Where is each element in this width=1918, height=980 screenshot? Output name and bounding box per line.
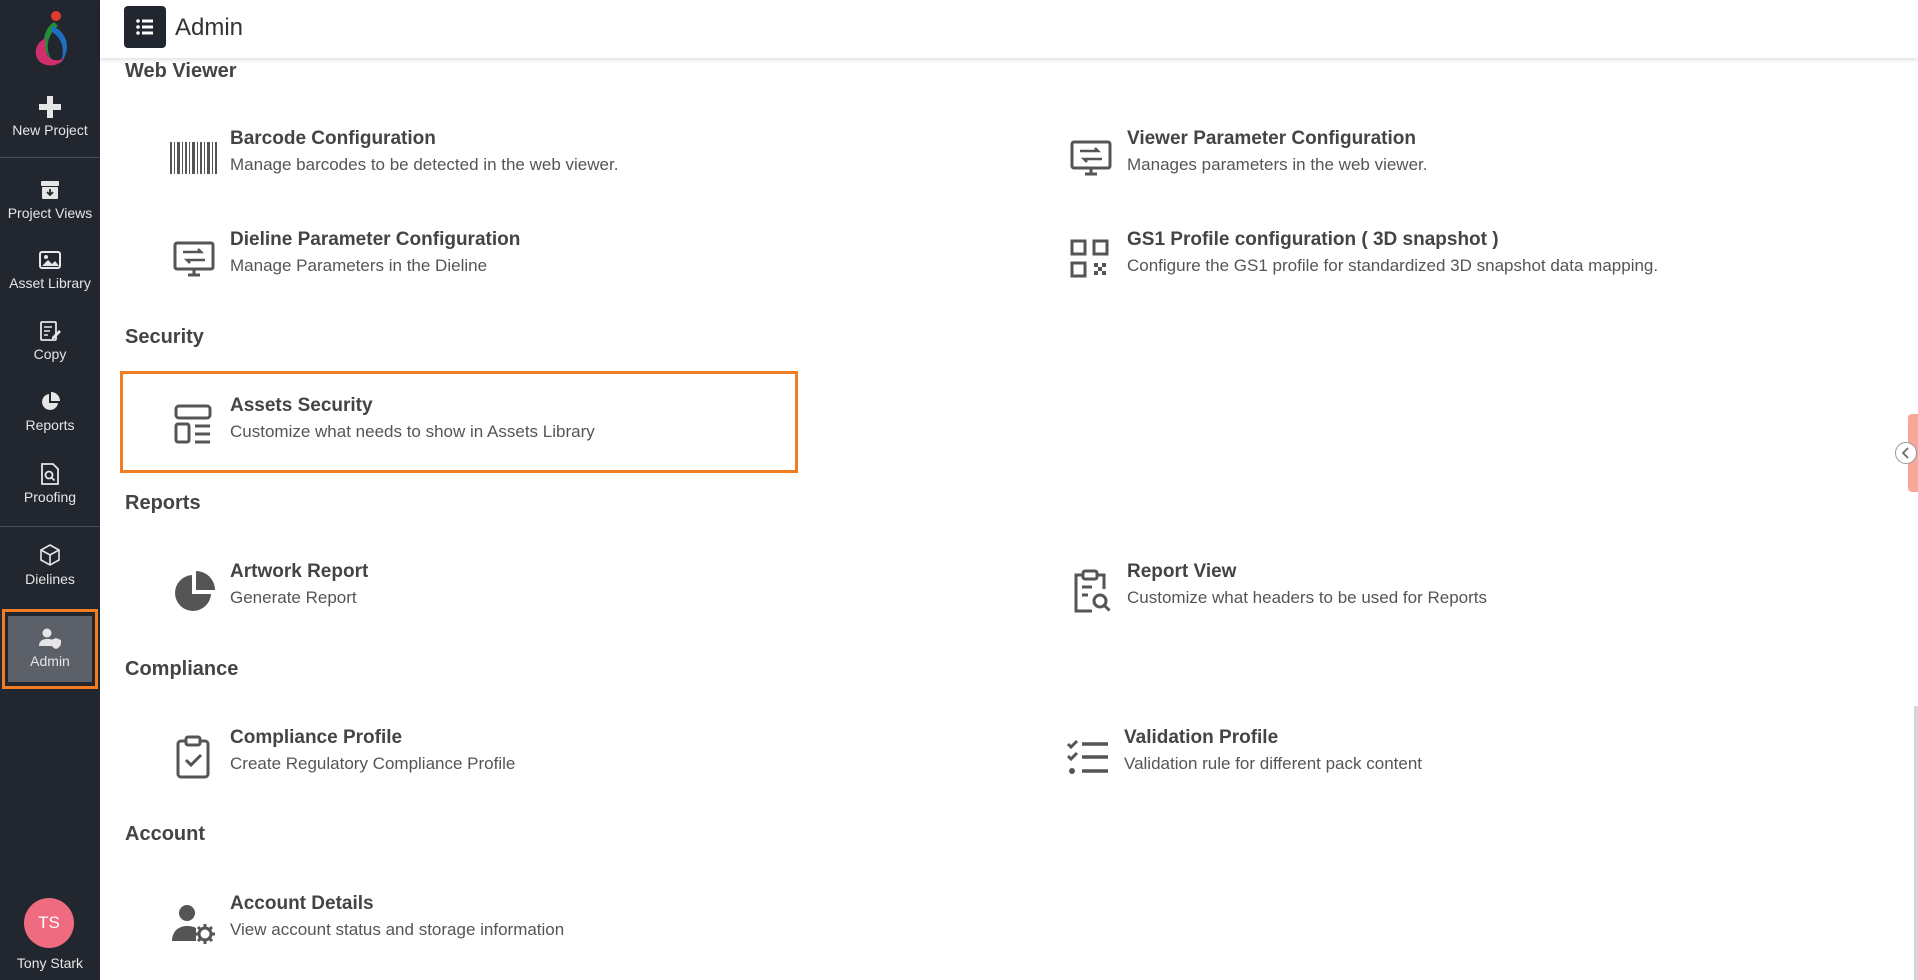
user-gear-icon (172, 905, 215, 944)
pie-chart-icon (175, 571, 215, 611)
clipboard-search-icon (1074, 569, 1111, 613)
card-title: Validation Profile (1124, 727, 1279, 748)
sidebar-item-label: New Project (12, 122, 88, 138)
qr-code-icon (1070, 239, 1109, 278)
sidebar-item-label: Reports (25, 417, 75, 433)
card-title: Compliance Profile (230, 727, 403, 748)
sidebar: New Project Project Views Asset Library … (0, 0, 100, 980)
card-description: Manage barcodes to be detected in the we… (230, 155, 619, 174)
section-title-security: Security (125, 326, 204, 348)
card-title: GS1 Profile configuration ( 3D snapshot … (1127, 229, 1499, 250)
section-title-web-viewer: Web Viewer (125, 60, 237, 82)
sidebar-divider (0, 157, 100, 158)
search-document-icon (41, 463, 59, 485)
card-description: Customize what needs to show in Assets L… (230, 422, 595, 441)
checklist-icon (1066, 739, 1108, 774)
section-title-reports: Reports (125, 492, 201, 514)
collapse-panel-button[interactable] (1895, 442, 1917, 464)
sidebar-item-project-views[interactable]: Project Views (0, 179, 100, 221)
sidebar-item-label: Project Views (7, 205, 93, 221)
section-title-account: Account (125, 823, 205, 845)
user-name[interactable]: Tony Stark (0, 955, 100, 971)
card-description: Manage Parameters in the Dieline (230, 256, 488, 275)
app-logo[interactable] (24, 8, 76, 72)
card-title: Viewer Parameter Configuration (1127, 128, 1416, 149)
barcode-icon (170, 142, 217, 174)
cube-icon (40, 544, 60, 566)
page-title: Admin (175, 14, 244, 41)
layout-list-icon (174, 404, 212, 444)
sidebar-item-asset-library[interactable]: Asset Library (0, 249, 100, 291)
card-title: Barcode Configuration (230, 128, 436, 149)
list-icon (136, 19, 153, 35)
clipboard-check-icon (176, 735, 210, 779)
image-icon (39, 251, 61, 269)
card-description: Manages parameters in the web viewer. (1127, 155, 1428, 174)
pie-chart-icon (42, 392, 60, 410)
scrollbar[interactable] (1914, 706, 1918, 980)
section-title-compliance: Compliance (125, 658, 239, 680)
sidebar-item-label: Dielines (25, 571, 75, 587)
sidebar-item-label: Asset Library (9, 275, 91, 291)
card-description: Validation rule for different pack conte… (1124, 754, 1422, 773)
card-title: Report View (1127, 561, 1237, 582)
card-title: Dieline Parameter Configuration (230, 229, 521, 250)
sidebar-item-proofing[interactable]: Proofing (0, 463, 100, 505)
sidebar-item-new-project[interactable]: New Project (0, 96, 100, 138)
card-description: Configure the GS1 profile for standardiz… (1127, 256, 1659, 275)
avatar[interactable]: TS (24, 898, 74, 948)
card-description: Create Regulatory Compliance Profile (230, 754, 516, 773)
sidebar-item-dielines[interactable]: Dielines (0, 543, 100, 587)
monitor-settings-icon (173, 241, 215, 277)
edit-document-icon (40, 321, 61, 341)
card-description: View account status and storage informat… (230, 920, 565, 939)
card-description: Generate Report (230, 588, 357, 607)
card-title: Artwork Report (230, 561, 369, 582)
sidebar-divider (0, 526, 100, 527)
top-header: Admin (100, 0, 1918, 58)
card-title: Account Details (230, 893, 374, 914)
sidebar-item-reports[interactable]: Reports (0, 391, 100, 433)
archive-icon (41, 181, 59, 199)
card-description: Customize what headers to be used for Re… (1127, 588, 1488, 607)
card-title: Assets Security (230, 395, 373, 416)
plus-icon (39, 96, 61, 118)
sidebar-item-label: Proofing (23, 489, 77, 505)
sidebar-item-copy[interactable]: Copy (0, 320, 100, 362)
menu-toggle-button[interactable] (124, 6, 166, 48)
sidebar-active-highlight (2, 609, 98, 689)
chevron-left-icon (1901, 447, 1909, 459)
monitor-settings-icon (1070, 140, 1112, 176)
sidebar-item-label: Copy (33, 346, 67, 362)
